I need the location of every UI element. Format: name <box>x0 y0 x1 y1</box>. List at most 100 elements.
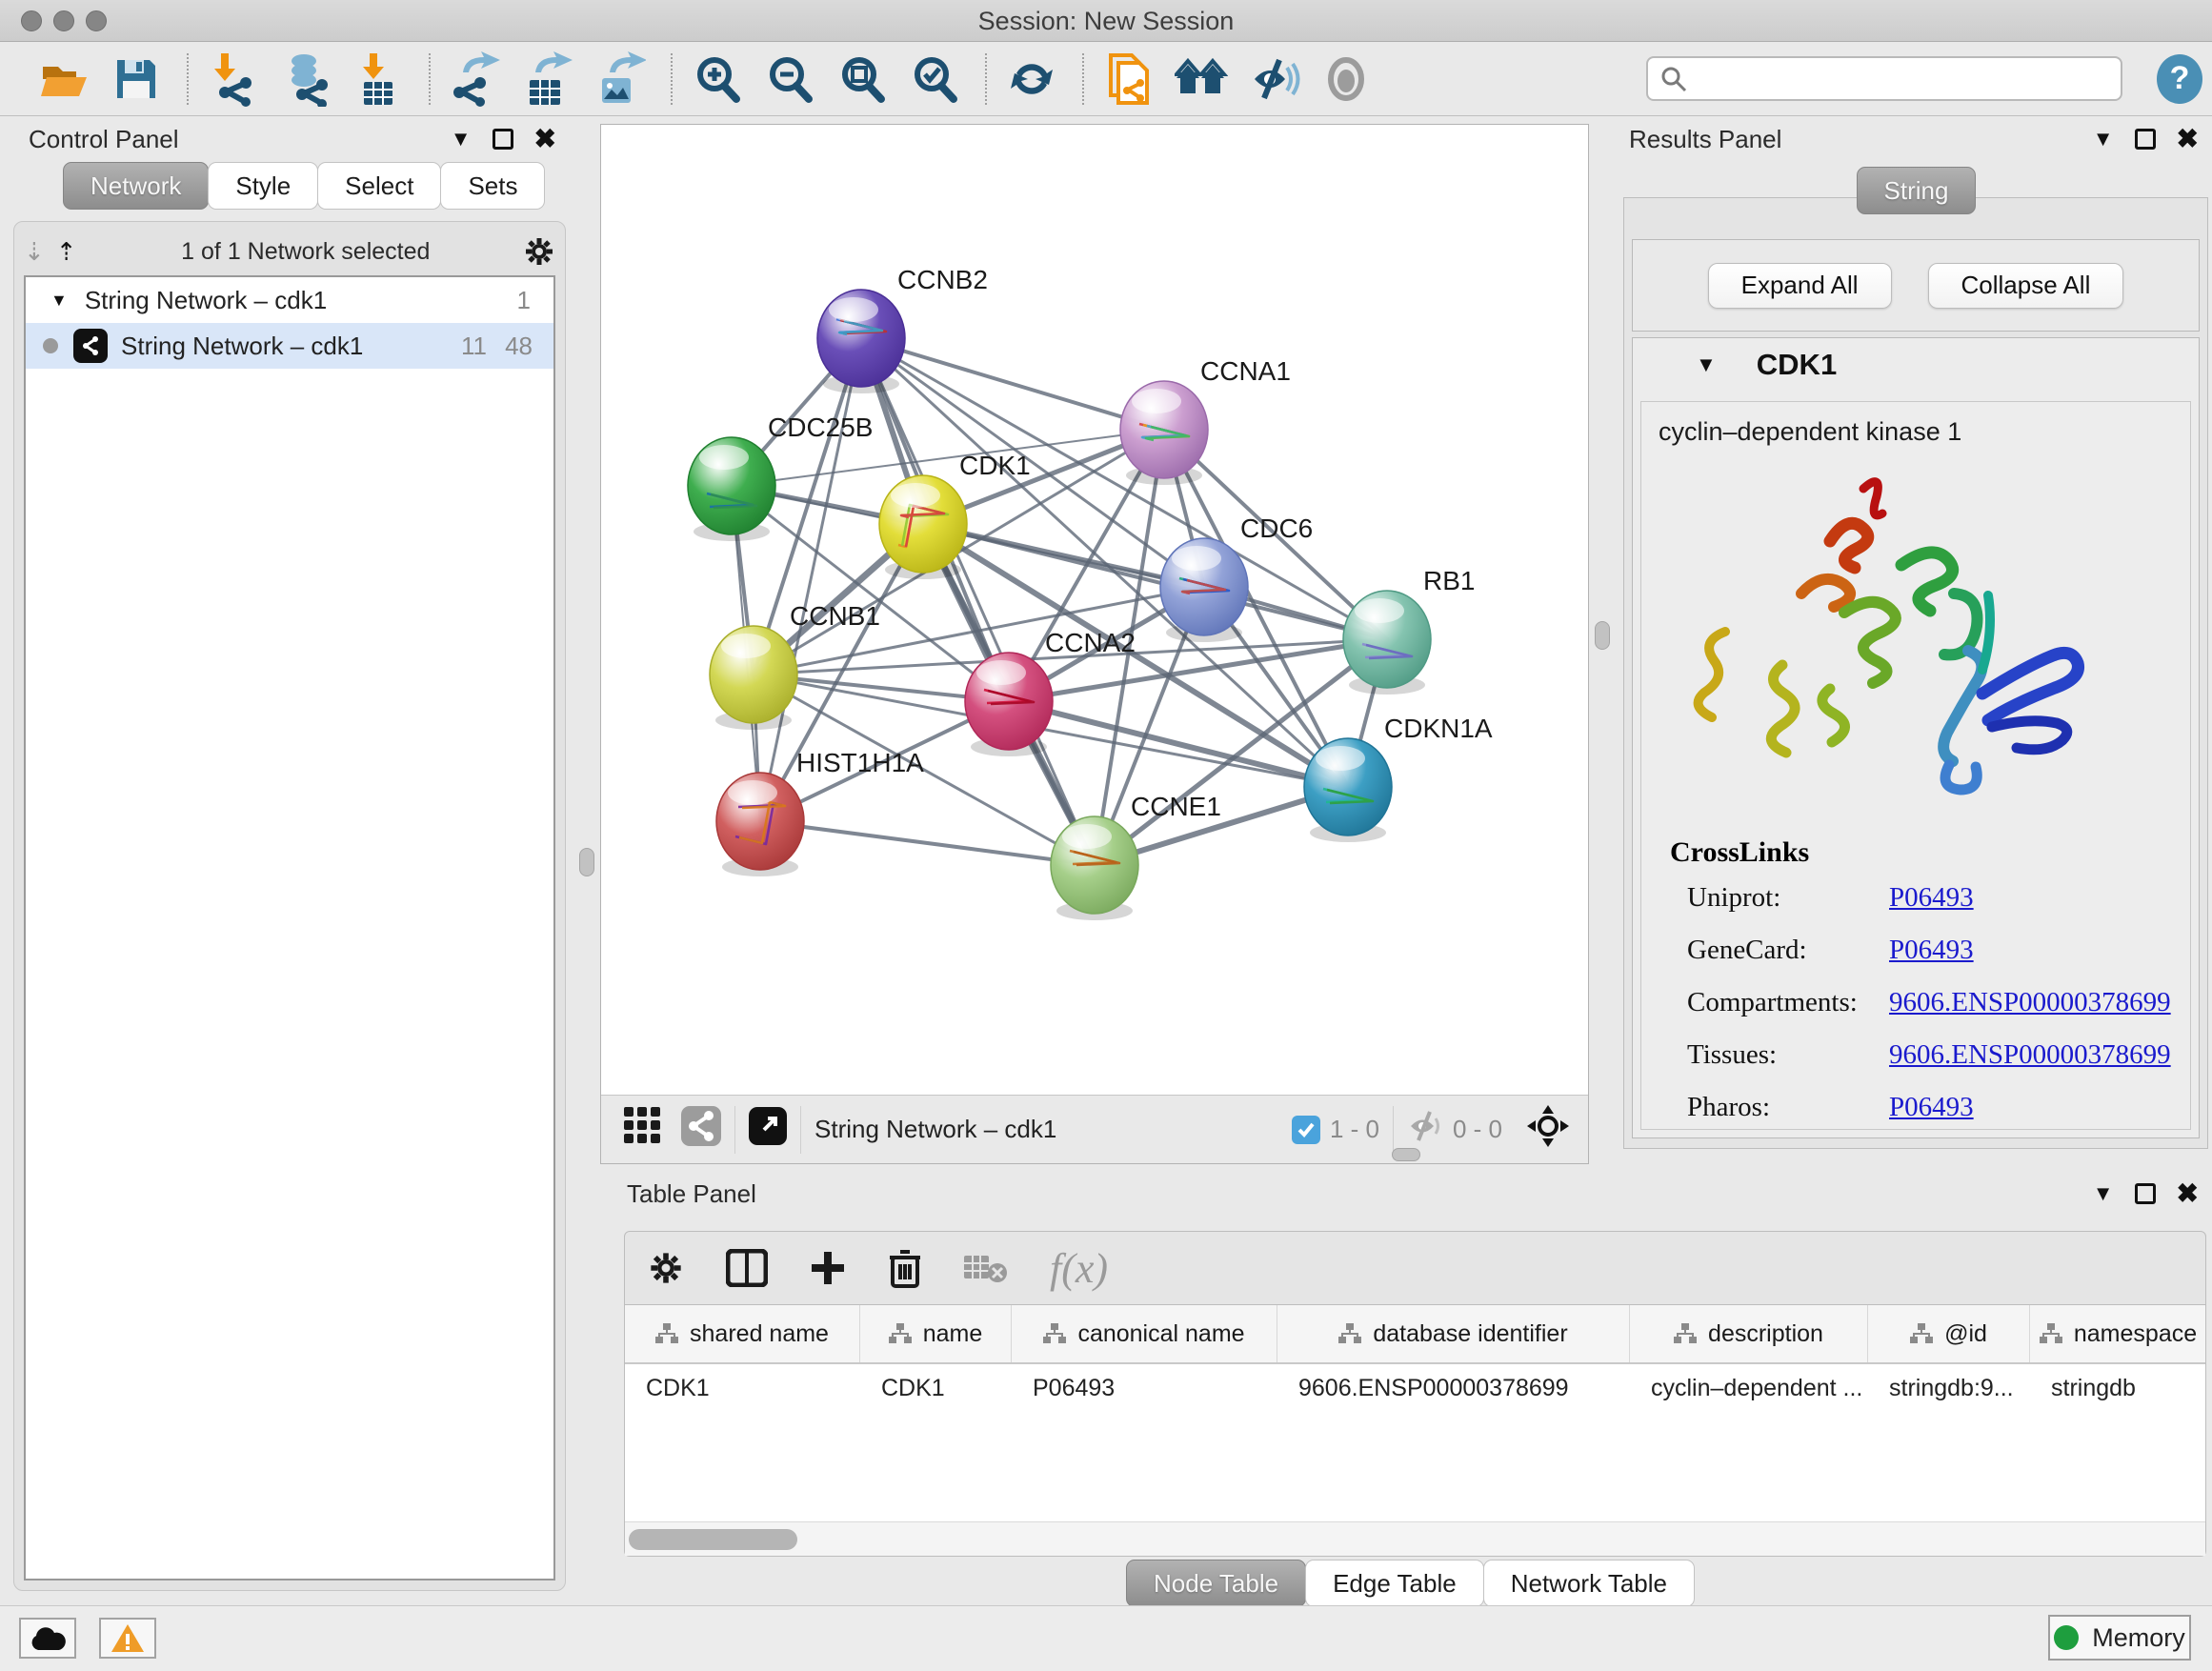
float-panel-icon[interactable] <box>493 129 513 150</box>
save-session-icon[interactable] <box>109 51 164 107</box>
collapse-all-button[interactable]: Collapse All <box>1928 263 2124 309</box>
tab-network[interactable]: Network <box>63 162 209 210</box>
tab-string[interactable]: String <box>1857 167 1977 214</box>
table-cell[interactable]: CDK1 <box>625 1364 860 1412</box>
import-network-file-icon[interactable] <box>206 51 261 107</box>
table-cell[interactable]: cyclin–dependent ... <box>1630 1364 1868 1412</box>
close-panel-icon[interactable]: ✖ <box>2177 129 2199 150</box>
tab-select[interactable]: Select <box>317 162 441 210</box>
birds-eye-view-icon[interactable] <box>1174 51 1229 107</box>
import-table-file-icon[interactable] <box>351 51 406 107</box>
network-edge[interactable] <box>760 821 1095 865</box>
cloud-status-button[interactable] <box>19 1618 76 1659</box>
network-node-ccna1[interactable] <box>1120 381 1208 478</box>
tab-network-table[interactable]: Network Table <box>1483 1560 1695 1607</box>
zoom-fit-icon[interactable] <box>835 51 890 107</box>
show-columns-icon[interactable] <box>726 1249 768 1287</box>
column-header-shared-name[interactable]: shared name <box>625 1305 860 1362</box>
show-all-icon[interactable] <box>1318 51 1374 107</box>
crosslink-link[interactable]: P06493 <box>1889 882 1974 914</box>
new-network-from-selection-icon[interactable] <box>1101 51 1156 107</box>
table-horizontal-scrollbar[interactable] <box>625 1521 2205 1556</box>
export-image-icon[interactable] <box>593 51 648 107</box>
float-panel-icon[interactable] <box>2135 129 2156 150</box>
tab-sets[interactable]: Sets <box>440 162 545 210</box>
gene-collapse-icon[interactable]: ▼ <box>1696 352 1717 377</box>
refresh-icon[interactable] <box>1004 51 1059 107</box>
crosslink-link[interactable]: 9606.ENSP00000378699 <box>1889 987 2171 1018</box>
collapse-panel-icon[interactable]: ▼ <box>2093 1181 2114 1206</box>
network-node-ccnb2[interactable] <box>817 290 905 387</box>
network-node-rb1[interactable] <box>1343 591 1431 688</box>
crosslink-link[interactable]: P06493 <box>1889 935 1974 966</box>
zoom-in-icon[interactable] <box>690 51 745 107</box>
left-splitter-handle[interactable] <box>579 848 594 876</box>
zoom-out-icon[interactable] <box>762 51 817 107</box>
function-builder-icon[interactable]: f(x) <box>1050 1244 1108 1293</box>
column-header-name[interactable]: name <box>860 1305 1012 1362</box>
network-options-gear-icon[interactable] <box>523 235 555 268</box>
table-cell[interactable]: CDK1 <box>860 1364 1012 1412</box>
expand-all-button[interactable]: Expand All <box>1708 263 1892 309</box>
warnings-button[interactable] <box>99 1618 156 1659</box>
open-session-icon[interactable] <box>36 51 91 107</box>
network-node-hist1h1a[interactable] <box>716 773 804 870</box>
right-splitter-handle[interactable] <box>1595 621 1610 650</box>
export-network-icon[interactable] <box>448 51 503 107</box>
network-edge[interactable] <box>861 338 1164 430</box>
network-edge[interactable] <box>861 338 1095 865</box>
network-view[interactable]: CCNB2CCNA1CDC25BCDK1CDC6RB1CCNB1CCNA2CDK… <box>600 124 1589 1164</box>
column-header-namespace[interactable]: namespace <box>2030 1305 2205 1362</box>
network-node-cdc6[interactable] <box>1160 538 1248 635</box>
network-share-icon[interactable] <box>681 1106 721 1153</box>
float-panel-icon[interactable] <box>2135 1183 2156 1204</box>
network-row-selected[interactable]: String Network – cdk1 11 48 <box>26 323 553 369</box>
table-row[interactable]: CDK1CDK1P064939606.ENSP00000378699cyclin… <box>625 1364 2205 1412</box>
network-collection-row[interactable]: ▼ String Network – cdk1 1 <box>26 277 553 323</box>
collapse-all-networks-icon[interactable]: ⇣ <box>24 237 43 267</box>
search-input[interactable] <box>1688 65 2098 92</box>
zoom-selected-icon[interactable] <box>907 51 962 107</box>
collapse-panel-icon[interactable]: ▼ <box>2093 127 2114 151</box>
hide-selected-icon[interactable] <box>1246 51 1301 107</box>
network-node-cdk1[interactable] <box>879 475 967 573</box>
node-table[interactable]: shared namenamecanonical namedatabase id… <box>625 1304 2205 1556</box>
tab-node-table[interactable]: Node Table <box>1126 1560 1306 1607</box>
import-network-database-icon[interactable] <box>278 51 333 107</box>
network-node-ccne1[interactable] <box>1051 816 1138 914</box>
open-in-new-window-icon[interactable] <box>749 1107 787 1152</box>
table-cell[interactable]: stringdb <box>2030 1364 2205 1412</box>
network-node-cdc25b[interactable] <box>688 437 775 534</box>
table-header-row[interactable]: shared namenamecanonical namedatabase id… <box>625 1305 2205 1364</box>
expand-all-networks-icon[interactable]: ⇡ <box>56 237 75 267</box>
network-node-ccnb1[interactable] <box>710 626 797 723</box>
table-options-gear-icon[interactable] <box>648 1250 684 1286</box>
toolbar-search-box[interactable] <box>1646 56 2122 101</box>
table-cell[interactable]: P06493 <box>1012 1364 1277 1412</box>
delete-column-icon[interactable] <box>888 1248 922 1288</box>
tab-style[interactable]: Style <box>208 162 318 210</box>
pan-crosshair-icon[interactable] <box>1527 1105 1569 1154</box>
column-header-canonical-name[interactable]: canonical name <box>1012 1305 1277 1362</box>
close-panel-icon[interactable]: ✖ <box>534 129 556 150</box>
tab-edge-table[interactable]: Edge Table <box>1305 1560 1484 1607</box>
close-panel-icon[interactable]: ✖ <box>2177 1183 2199 1204</box>
crosslink-link[interactable]: 9606.ENSP00000378699 <box>1889 1039 2171 1071</box>
table-cell[interactable]: 9606.ENSP00000378699 <box>1277 1364 1630 1412</box>
table-cell[interactable]: stringdb:9... <box>1868 1364 2030 1412</box>
network-graph[interactable]: CCNB2CCNA1CDC25BCDK1CDC6RB1CCNB1CCNA2CDK… <box>601 125 1588 1095</box>
network-node-ccna2[interactable] <box>965 653 1053 750</box>
add-column-icon[interactable] <box>810 1250 846 1286</box>
selected-checkbox-icon[interactable] <box>1292 1116 1320 1144</box>
export-table-icon[interactable] <box>520 51 575 107</box>
delete-table-icon[interactable] <box>964 1252 1008 1284</box>
help-icon[interactable]: ? <box>2157 54 2202 104</box>
collection-expand-icon[interactable]: ▼ <box>50 291 68 311</box>
memory-button[interactable]: Memory <box>2048 1615 2191 1661</box>
scrollbar-thumb[interactable] <box>629 1529 797 1550</box>
column-header-description[interactable]: description <box>1630 1305 1868 1362</box>
crosslink-link[interactable]: P06493 <box>1889 1092 1974 1123</box>
network-node-cdkn1a[interactable] <box>1304 738 1392 836</box>
collapse-panel-icon[interactable]: ▼ <box>451 127 472 151</box>
horizontal-splitter-handle[interactable] <box>1392 1148 1420 1161</box>
